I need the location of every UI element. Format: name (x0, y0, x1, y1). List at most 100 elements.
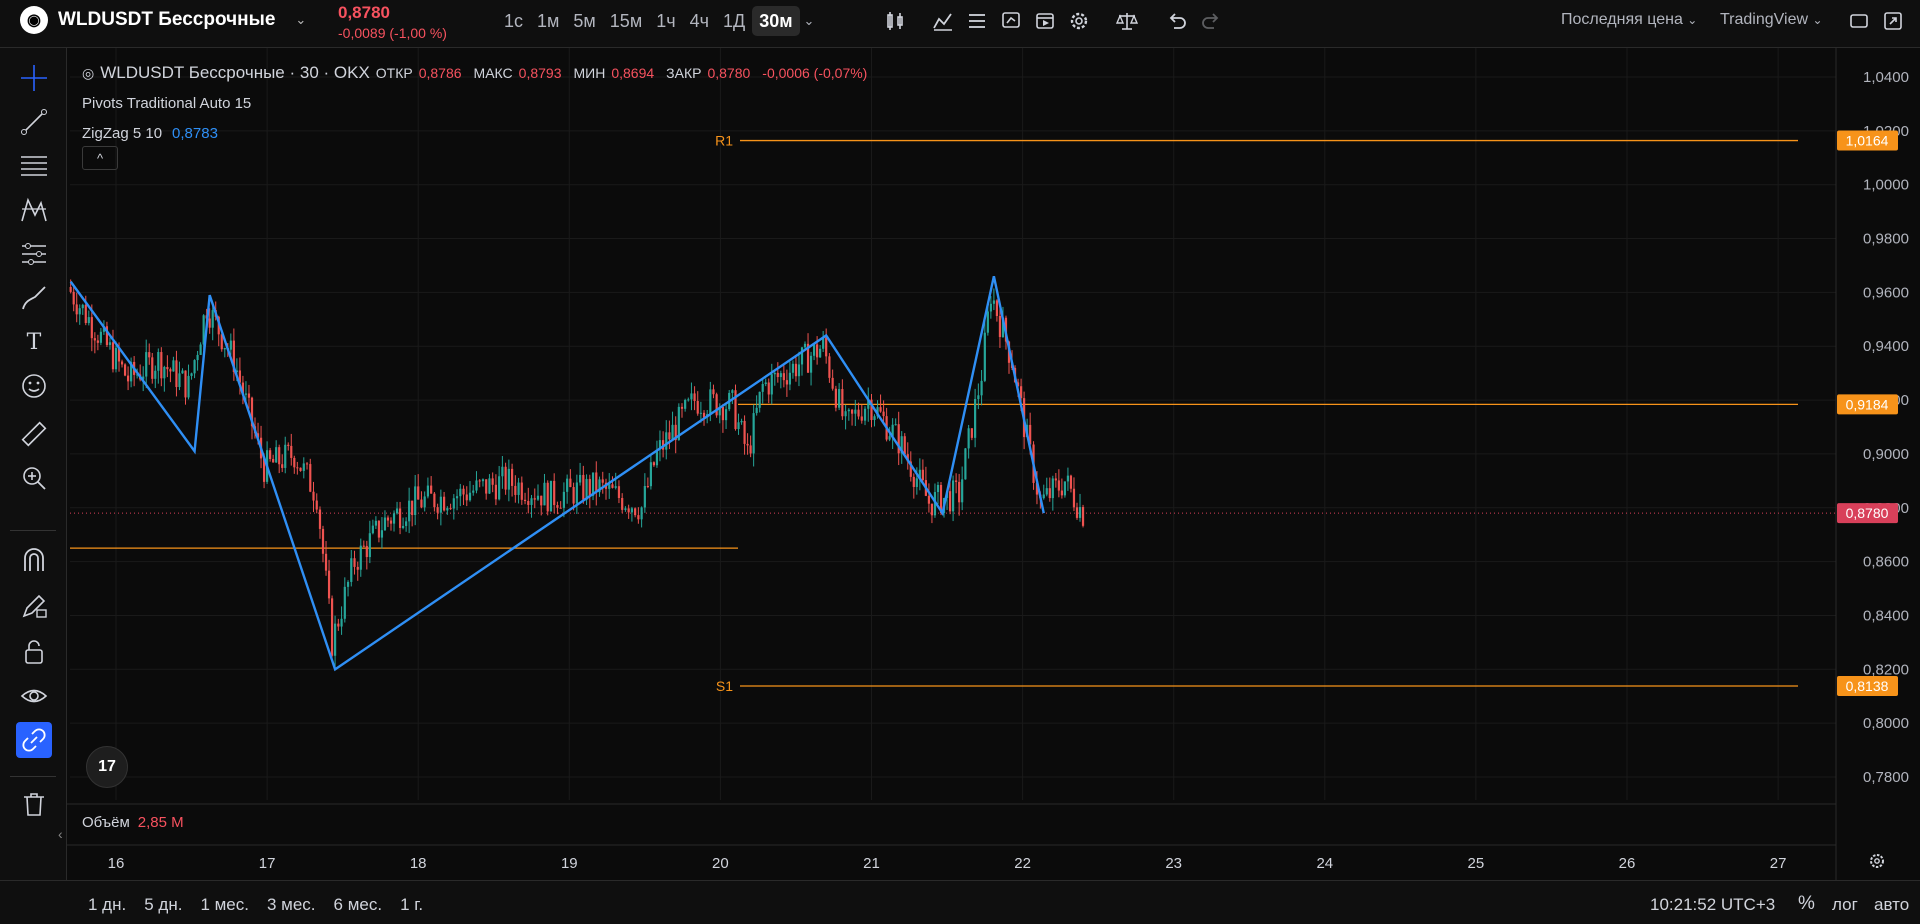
candle-body (452, 498, 455, 509)
lock-drawing-icon[interactable] (16, 588, 52, 624)
clock[interactable]: 10:21:52 UTC+3 (1650, 895, 1775, 915)
pivots-indicator-label[interactable]: Pivots Traditional Auto 15 (82, 95, 251, 112)
range-1m[interactable]: 1 мес. (200, 895, 249, 915)
magnet-icon[interactable] (16, 542, 52, 578)
tf-4h[interactable]: 4ч (683, 6, 716, 36)
price-type-dropdown[interactable]: Последняя цена ⌄ (1561, 11, 1697, 29)
symbol-search[interactable]: ◉ WLDUSDT Бессрочные ⌄ (20, 6, 306, 34)
candle-body (755, 407, 758, 414)
timeframe-selector: 1с 1м 5м 15м 1ч 4ч 1Д 30м ⌄ (497, 6, 818, 36)
auto-toggle[interactable]: авто (1874, 895, 1909, 915)
candle-body (145, 352, 148, 377)
tf-1h[interactable]: 1ч (649, 6, 682, 36)
candle-body (290, 445, 293, 458)
open-value: 0,8786 (418, 65, 462, 81)
candle-body (411, 500, 414, 516)
axis-settings-icon[interactable] (1868, 852, 1886, 875)
symbol-name[interactable]: WLDUSDT Бессрочные (58, 9, 275, 31)
trendline-icon[interactable] (16, 104, 52, 140)
compare-icon[interactable] (1114, 8, 1140, 34)
legend-title[interactable]: WLDUSDT Бессрочные · 30 · OKX (100, 63, 370, 83)
emoji-icon[interactable] (16, 368, 52, 404)
candle-body (330, 598, 334, 656)
tf-1d[interactable]: 1Д (716, 6, 752, 36)
zigzag-indicator-label[interactable]: ZigZag 5 10 (82, 125, 162, 142)
range-1y[interactable]: 1 г. (400, 895, 423, 915)
alert-icon[interactable] (998, 8, 1024, 34)
candle-body (562, 491, 566, 508)
tf-more-chevron-icon[interactable]: ⌄ (800, 6, 819, 36)
candle-body (386, 517, 390, 521)
settings-icon[interactable] (1066, 8, 1092, 34)
candle-body (494, 484, 498, 500)
link-icon[interactable] (16, 722, 52, 758)
candle-body (728, 392, 731, 410)
candle-body (740, 420, 743, 423)
text-icon[interactable]: T (16, 324, 52, 360)
time-tick-label: 24 (1316, 855, 1333, 872)
price-labels: 1,0164 0,9184 0,8138 0,8780 (1837, 130, 1898, 696)
candle-body (337, 623, 340, 627)
candle-body (998, 315, 1002, 338)
candle-body (806, 343, 810, 373)
fib-icon[interactable] (16, 148, 52, 184)
percent-toggle[interactable]: % (1798, 893, 1815, 915)
candle-body (712, 389, 715, 395)
log-toggle[interactable]: лог (1832, 895, 1858, 915)
chevron-down-icon[interactable]: ⌄ (295, 12, 306, 28)
range-3m[interactable]: 3 мес. (267, 895, 316, 915)
candle-body (831, 377, 834, 389)
pattern-icon[interactable] (16, 192, 52, 228)
tf-5m[interactable]: 5м (566, 6, 602, 36)
range-1d[interactable]: 1 дн. (88, 895, 126, 915)
trash-icon[interactable] (16, 786, 52, 822)
candle-body (302, 463, 305, 471)
price-tick-label: 0,8400 (1863, 607, 1909, 624)
forecast-icon[interactable] (16, 236, 52, 272)
candle-body (443, 496, 446, 511)
candle-body (891, 424, 894, 437)
brush-icon[interactable] (16, 280, 52, 316)
candle-body (1081, 507, 1085, 526)
lock-icon[interactable] (16, 634, 52, 670)
legend-zigzag-row[interactable]: ZigZag 5 10 0,8783 (82, 118, 873, 148)
legend-collapse-button[interactable]: ^ (82, 146, 118, 170)
indicators-icon[interactable] (930, 8, 956, 34)
candle-body (684, 400, 687, 409)
zoom-icon[interactable] (16, 460, 52, 496)
tradingview-logo[interactable]: 17 (86, 746, 128, 788)
candle-body (967, 428, 970, 449)
candle-body (598, 479, 601, 493)
redo-icon[interactable] (1198, 8, 1224, 34)
range-5d[interactable]: 5 дн. (144, 895, 182, 915)
legend-pivots-row[interactable]: Pivots Traditional Auto 15 (82, 88, 873, 118)
snapshot-icon[interactable] (1880, 8, 1906, 34)
tf-1m[interactable]: 1м (530, 6, 566, 36)
collapse-arrow-icon[interactable]: ‹ (58, 826, 63, 842)
pivot-name-s1: S1 (716, 678, 733, 694)
candle-body (933, 492, 937, 516)
range-6m[interactable]: 6 мес. (334, 895, 383, 915)
toolbar-divider (10, 530, 56, 531)
undo-icon[interactable] (1164, 8, 1190, 34)
fullscreen-icon[interactable] (1846, 8, 1872, 34)
candle-body (389, 520, 393, 524)
ruler-icon[interactable] (16, 416, 52, 452)
candle-body (142, 376, 145, 380)
tf-1s[interactable]: 1с (497, 6, 530, 36)
templates-icon[interactable] (964, 8, 990, 34)
candle-body (507, 468, 510, 490)
volume-legend[interactable]: Объём 2,85 M (82, 814, 184, 831)
candles-icon[interactable] (882, 8, 908, 34)
eye-icon[interactable] (16, 678, 52, 714)
crosshair-icon[interactable] (16, 60, 52, 96)
candle-body (1019, 386, 1023, 399)
candle-body (223, 348, 226, 350)
replay-icon[interactable] (1032, 8, 1058, 34)
candle-body (945, 491, 949, 499)
tf-30m[interactable]: 30м (752, 6, 800, 36)
source-dropdown[interactable]: TradingView ⌄ (1720, 11, 1823, 29)
candle-body (906, 454, 909, 462)
candle-body (333, 623, 337, 656)
tf-15m[interactable]: 15м (603, 6, 649, 36)
